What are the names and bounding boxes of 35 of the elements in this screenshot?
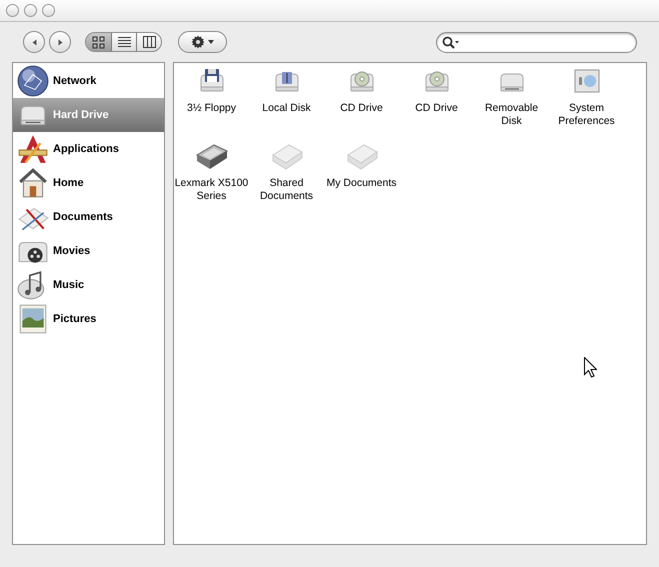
search-field[interactable] bbox=[436, 32, 637, 52]
forward-button[interactable] bbox=[49, 31, 71, 53]
item-label[interactable]: CD Drive bbox=[399, 102, 474, 115]
sidebar-item[interactable]: Music bbox=[13, 268, 164, 302]
search-icon bbox=[442, 36, 460, 48]
item-label[interactable]: Removable Disk bbox=[474, 102, 549, 128]
item-label[interactable]: My Documents bbox=[324, 177, 399, 190]
back-button[interactable] bbox=[23, 31, 45, 53]
item-label[interactable]: Local Disk bbox=[249, 102, 324, 115]
view-mode-control[interactable] bbox=[85, 32, 162, 52]
close-button[interactable] bbox=[6, 4, 19, 17]
list-view-icon bbox=[118, 36, 130, 48]
item-label[interactable]: Lexmark X5100 Series bbox=[174, 177, 249, 203]
sidebar-item[interactable]: Applications bbox=[13, 132, 164, 166]
gear-icon bbox=[191, 35, 205, 49]
column-view-icon bbox=[142, 36, 156, 48]
sidebar-item[interactable]: Documents bbox=[13, 200, 164, 234]
caret-icon bbox=[208, 40, 214, 44]
house-icon bbox=[16, 166, 50, 200]
cursor-icon bbox=[584, 357, 597, 378]
item-label[interactable]: Shared Documents bbox=[249, 177, 324, 203]
back-arrow-icon bbox=[32, 38, 36, 46]
item-label[interactable]: 3½ Floppy bbox=[174, 102, 249, 115]
minimize-button[interactable] bbox=[24, 4, 37, 17]
sidebar-item[interactable]: Network bbox=[13, 64, 164, 98]
icon-view-icon bbox=[92, 36, 105, 48]
item-label[interactable]: System Preferences bbox=[549, 102, 624, 128]
sidebar-item[interactable]: Pictures bbox=[13, 302, 164, 336]
zoom-button[interactable] bbox=[42, 4, 55, 17]
sidebar-item[interactable]: Movies bbox=[13, 234, 164, 268]
forward-arrow-icon bbox=[58, 38, 62, 46]
item-label[interactable]: CD Drive bbox=[324, 102, 399, 115]
sidebar-item[interactable]: Home bbox=[13, 166, 164, 200]
action-menu-button[interactable] bbox=[178, 31, 227, 53]
icon-view-button[interactable] bbox=[86, 33, 111, 51]
